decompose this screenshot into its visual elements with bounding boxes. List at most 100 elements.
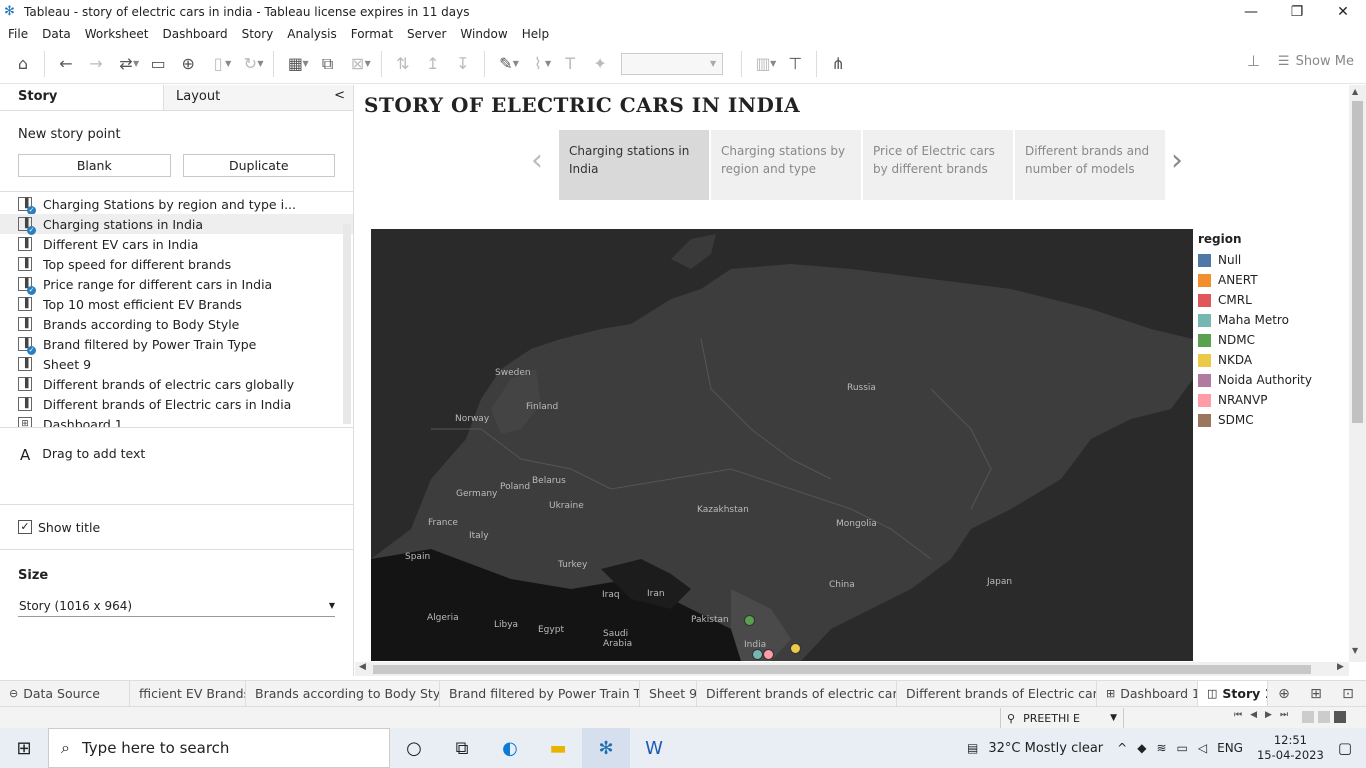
new-worksheet-icon[interactable]: ⊕ [1268, 681, 1300, 707]
horizontal-scrollbar[interactable]: ◀ ▶ [355, 662, 1349, 676]
tab-data-source[interactable]: ⊖ Data Source [0, 680, 130, 707]
list-item[interactable]: ▐ Charging Stations by region and type i.… [0, 194, 353, 214]
first-sheet-icon[interactable]: ⏮ [1234, 710, 1242, 720]
tab-sheet[interactable]: fficient EV Brands [130, 680, 246, 707]
redo-icon[interactable]: → [81, 49, 111, 79]
legend-item[interactable]: SDMC [1198, 410, 1312, 430]
menu-file[interactable]: File [8, 27, 28, 41]
tab-sheet[interactable]: Brands according to Body Style [246, 680, 440, 707]
dropdown-arrow-icon[interactable]: ▼ [257, 59, 263, 68]
scroll-right-icon[interactable]: ▶ [1337, 662, 1344, 672]
legend-item[interactable]: NDMC [1198, 330, 1312, 350]
tab-story-active[interactable]: ◫ Story 1 [1198, 680, 1268, 707]
list-item[interactable]: ▐ Sheet 9 [0, 354, 353, 374]
tab-sheet[interactable]: Different brands of electric cars ... [697, 680, 897, 707]
show-me-button[interactable]: Show Me [1296, 54, 1354, 69]
new-story-icon[interactable]: ⊡ [1332, 681, 1364, 707]
legend-item[interactable]: ANERT [1198, 270, 1312, 290]
list-item[interactable]: ▐ Charging stations in India [0, 214, 353, 235]
dropdown-arrow-icon[interactable]: ▼ [302, 59, 308, 68]
wifi-icon[interactable]: ≋ [1156, 741, 1166, 755]
user-menu[interactable]: ⚲ PREETHI E ▼ [1000, 708, 1124, 728]
previous-story-point-icon[interactable]: ‹ [531, 143, 543, 178]
legend-item[interactable]: NRANVP [1198, 390, 1312, 410]
dropdown-arrow-icon[interactable]: ▼ [225, 59, 231, 68]
legend-item[interactable]: NKDA [1198, 350, 1312, 370]
close-button[interactable]: ✕ [1320, 0, 1366, 24]
tab-sheet[interactable]: Brand filtered by Power Train Ty... [440, 680, 640, 707]
dropdown-arrow-icon[interactable]: ▼ [513, 59, 519, 68]
legend-item[interactable]: CMRL [1198, 290, 1312, 310]
map-point-nkda[interactable] [790, 643, 801, 654]
story-point[interactable]: Charging stations in India [559, 130, 709, 200]
new-dashboard-icon[interactable]: ⊞ [1300, 681, 1332, 707]
list-item[interactable]: ▐ Brands according to Body Style [0, 314, 353, 334]
drag-to-add-text[interactable]: A Drag to add text [0, 427, 353, 504]
vertical-scrollbar[interactable]: ▲ ▼ [1349, 85, 1366, 662]
volume-icon[interactable]: ◁ [1198, 741, 1207, 755]
duplicate-button[interactable]: Duplicate [182, 154, 335, 177]
scroll-up-icon[interactable]: ▲ [1352, 87, 1358, 96]
story-point[interactable]: Charging stations by region and type [711, 130, 861, 200]
story-point[interactable]: Price of Electric cars by different bran… [863, 130, 1013, 200]
sorter-view-icon[interactable] [1334, 711, 1346, 723]
new-data-source-icon[interactable]: ⊕ [173, 49, 203, 79]
notification-icon[interactable]: ▢ [1338, 739, 1352, 757]
security-icon[interactable]: ◆ [1137, 741, 1146, 755]
legend-item[interactable]: Null [1198, 250, 1312, 270]
tabs-view-icon[interactable] [1318, 711, 1330, 723]
language-indicator[interactable]: ENG [1217, 741, 1243, 755]
menu-help[interactable]: Help [522, 27, 549, 41]
show-title-checkbox[interactable]: ✓ [18, 520, 32, 534]
tab-layout[interactable]: Layout < [164, 85, 353, 110]
scroll-down-icon[interactable]: ▼ [1352, 646, 1358, 655]
presentation-mode-icon[interactable]: ⊤ [780, 49, 810, 79]
menu-window[interactable]: Window [460, 27, 507, 41]
list-item[interactable]: ⊞ Dashboard 1 [0, 414, 353, 427]
labels-icon[interactable]: T [555, 49, 585, 79]
map-view[interactable]: Sweden Finland Norway Russia Poland Bela… [371, 229, 1193, 661]
map-point-nranvp[interactable] [763, 649, 774, 660]
list-item[interactable]: ▐ Different EV cars in India [0, 234, 353, 254]
windows-start-icon[interactable]: ⊞ [0, 728, 48, 768]
legend-item[interactable]: Maha Metro [1198, 310, 1312, 330]
legend-item[interactable]: Noida Authority [1198, 370, 1312, 390]
collapse-icon[interactable]: < [334, 88, 345, 103]
tableau-taskbar-icon[interactable]: ✻ [582, 728, 630, 768]
dropdown-arrow-icon[interactable]: ▼ [545, 59, 551, 68]
minimize-button[interactable]: — [1228, 0, 1274, 24]
scrollbar-thumb[interactable] [373, 665, 1311, 674]
last-sheet-icon[interactable]: ⏭ [1280, 710, 1288, 720]
size-select[interactable]: Story (1016 x 964) ▼ [18, 595, 335, 617]
blank-button[interactable]: Blank [18, 154, 171, 177]
list-item[interactable]: ▐ Top 10 most efficient EV Brands [0, 294, 353, 314]
chevron-up-icon[interactable]: ^ [1117, 741, 1127, 755]
list-item[interactable]: ▐ Price range for different cars in India [0, 274, 353, 295]
story-point[interactable]: Different brands and number of models [1015, 130, 1165, 200]
tab-dashboard[interactable]: ⊞ Dashboard 1 [1097, 680, 1198, 707]
next-story-point-icon[interactable]: › [1171, 143, 1183, 178]
map-point-maha-metro[interactable] [752, 649, 763, 660]
menu-dashboard[interactable]: Dashboard [162, 27, 227, 41]
edge-browser-icon[interactable]: ◐ [486, 728, 534, 768]
tab-sheet[interactable]: Sheet 9 [640, 680, 697, 707]
menu-format[interactable]: Format [351, 27, 393, 41]
next-sheet-icon[interactable]: ▶ [1265, 710, 1272, 720]
sort-descending-icon[interactable]: ↧ [448, 49, 478, 79]
filmstrip-view-icon[interactable] [1302, 711, 1314, 723]
tab-story[interactable]: Story [0, 85, 164, 111]
swap-icon[interactable]: ⇅ [388, 49, 418, 79]
pin-icon[interactable]: ✦ [585, 49, 615, 79]
list-item[interactable]: ▐ Different brands of electric cars globa… [0, 374, 353, 394]
task-view-icon[interactable]: ⧉ [438, 728, 486, 768]
map-point-ndmc[interactable] [744, 615, 755, 626]
list-item[interactable]: ▐ Different brands of Electric cars in In… [0, 394, 353, 414]
fit-select[interactable]: ▼ [621, 52, 724, 75]
menu-worksheet[interactable]: Worksheet [85, 27, 149, 41]
previous-sheet-icon[interactable]: ◀ [1250, 710, 1257, 720]
weather-text[interactable]: 32°C Mostly clear [988, 741, 1103, 756]
share-icon[interactable]: ⋔ [823, 49, 853, 79]
menu-analysis[interactable]: Analysis [287, 27, 336, 41]
paint-roller-icon[interactable]: ⊥ [1247, 52, 1260, 70]
scrollbar-thumb[interactable] [1352, 101, 1363, 423]
